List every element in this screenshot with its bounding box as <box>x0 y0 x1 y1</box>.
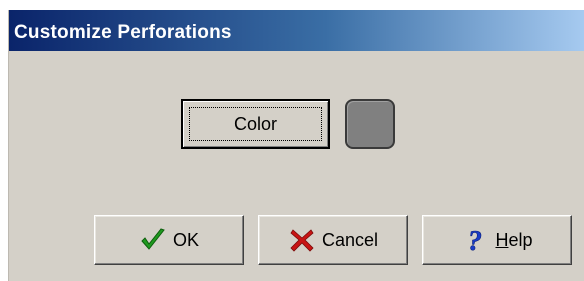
title-bar[interactable]: Customize Perforations <box>9 10 584 51</box>
ok-button[interactable]: OK <box>94 215 244 265</box>
color-swatch[interactable] <box>345 99 395 149</box>
dialog-title: Customize Perforations <box>14 22 232 43</box>
cancel-button-label: Cancel <box>321 229 379 250</box>
cancel-button[interactable]: Cancel <box>258 215 408 265</box>
ok-button-label: OK <box>172 229 199 250</box>
help-button[interactable]: ? Help <box>422 215 572 265</box>
focus-rectangle: Color <box>189 107 322 141</box>
svg-text:?: ? <box>468 226 482 254</box>
checkmark-icon <box>139 226 167 254</box>
color-button-label: Color <box>233 113 277 134</box>
help-hotkey: H <box>495 229 509 250</box>
customize-perforations-dialog: Customize Perforations Color OK Cancel ?… <box>8 10 584 281</box>
x-icon <box>288 226 316 254</box>
help-button-label: Help <box>495 230 532 251</box>
help-label-rest: elp <box>508 229 533 250</box>
question-mark-icon: ? <box>461 226 489 254</box>
color-button[interactable]: Color <box>181 99 330 149</box>
